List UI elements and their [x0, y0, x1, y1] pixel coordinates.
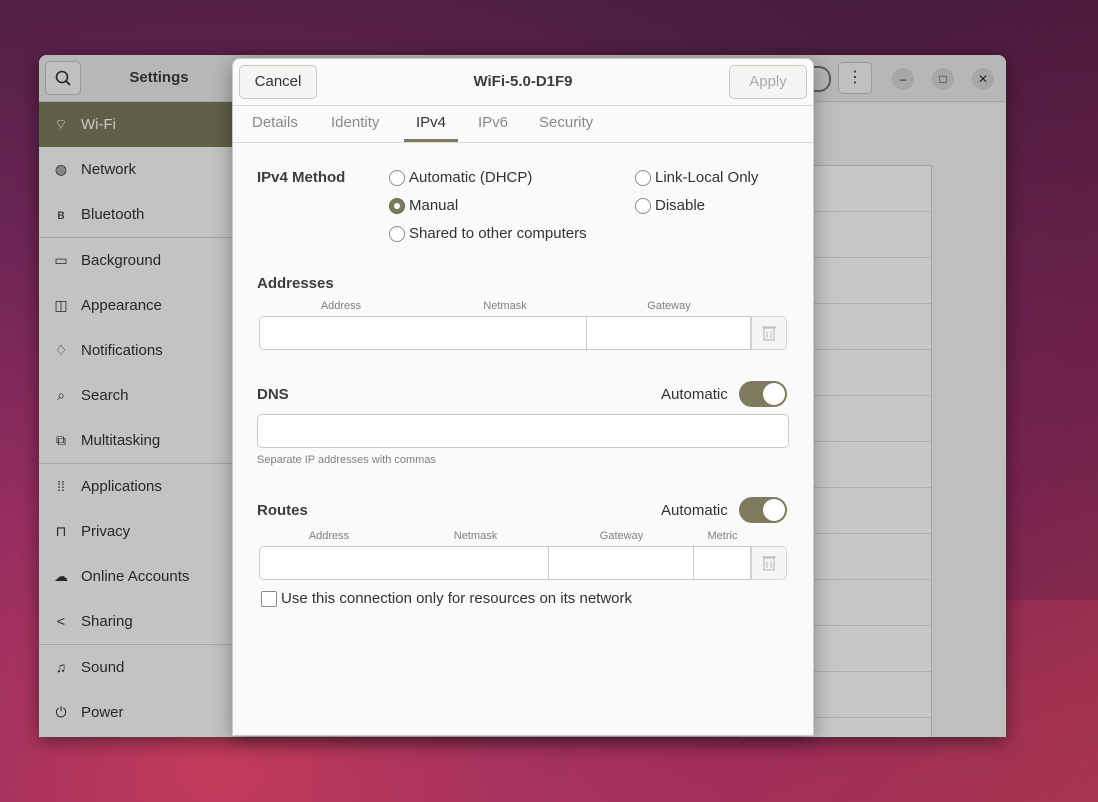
only-resources-checkbox[interactable]: [261, 591, 277, 607]
gateway-col-header: Gateway: [647, 300, 691, 312]
dialog-title: WiFi-5.0-D1F9: [473, 73, 573, 90]
route-gateway-input[interactable]: [549, 546, 694, 580]
dns-label: DNS: [257, 386, 289, 403]
route-address-col-header: Address: [308, 530, 350, 542]
route-metric-input[interactable]: [694, 546, 751, 580]
tab-security[interactable]: Security: [539, 114, 593, 131]
trash-icon: [762, 556, 776, 571]
delete-route-button[interactable]: [751, 546, 787, 580]
route-netmask-col-header: Netmask: [453, 530, 498, 542]
route-address-input[interactable]: [259, 546, 405, 580]
trash-icon: [762, 326, 776, 341]
cancel-button[interactable]: Cancel: [239, 65, 317, 99]
route-gateway-col-header: Gateway: [599, 530, 644, 542]
dialog-header: Cancel WiFi-5.0-D1F9 Apply: [233, 59, 813, 106]
address-input[interactable]: [259, 316, 424, 350]
route-netmask-input[interactable]: [404, 546, 549, 580]
radio-link-local-label: Link-Local Only: [655, 169, 759, 186]
radio-disable-label: Disable: [655, 197, 706, 214]
only-resources-label: Use this connection only for resources o…: [281, 590, 632, 607]
dns-hint: Separate IP addresses with commas: [257, 454, 436, 466]
connection-dialog: Cancel WiFi-5.0-D1F9 Apply Details Ident…: [232, 58, 814, 736]
gateway-input[interactable]: [587, 316, 751, 350]
ipv4-method-label: IPv4 Method: [257, 169, 346, 186]
address-col-header: Address: [320, 300, 362, 312]
tab-details[interactable]: Details: [252, 114, 298, 131]
dns-automatic-switch[interactable]: [739, 381, 787, 407]
radio-manual[interactable]: [389, 198, 405, 214]
netmask-col-header: Netmask: [483, 300, 527, 312]
dns-automatic-label: Automatic: [661, 386, 728, 403]
delete-address-button[interactable]: [751, 316, 787, 350]
radio-shared[interactable]: [389, 226, 405, 242]
tab-ipv6[interactable]: IPv6: [478, 114, 508, 131]
apply-button[interactable]: Apply: [729, 65, 807, 99]
radio-automatic-dhcp[interactable]: [389, 170, 405, 186]
netmask-input[interactable]: [423, 316, 587, 350]
tab-ipv4[interactable]: IPv4: [416, 114, 446, 131]
addresses-label: Addresses: [257, 275, 334, 292]
radio-automatic-dhcp-label: Automatic (DHCP): [409, 169, 533, 186]
dns-input[interactable]: [257, 414, 789, 448]
tab-bar: Details Identity IPv4 IPv6 Security: [233, 106, 813, 143]
active-tab-indicator: [404, 139, 458, 142]
radio-disable[interactable]: [635, 198, 651, 214]
tab-identity[interactable]: Identity: [331, 114, 379, 131]
routes-automatic-label: Automatic: [661, 502, 728, 519]
routes-label: Routes: [257, 502, 308, 519]
radio-manual-label: Manual: [409, 197, 459, 214]
route-metric-col-header: Metric: [707, 530, 738, 542]
radio-shared-label: Shared to other computers: [409, 225, 587, 242]
routes-automatic-switch[interactable]: [739, 497, 787, 523]
radio-link-local[interactable]: [635, 170, 651, 186]
